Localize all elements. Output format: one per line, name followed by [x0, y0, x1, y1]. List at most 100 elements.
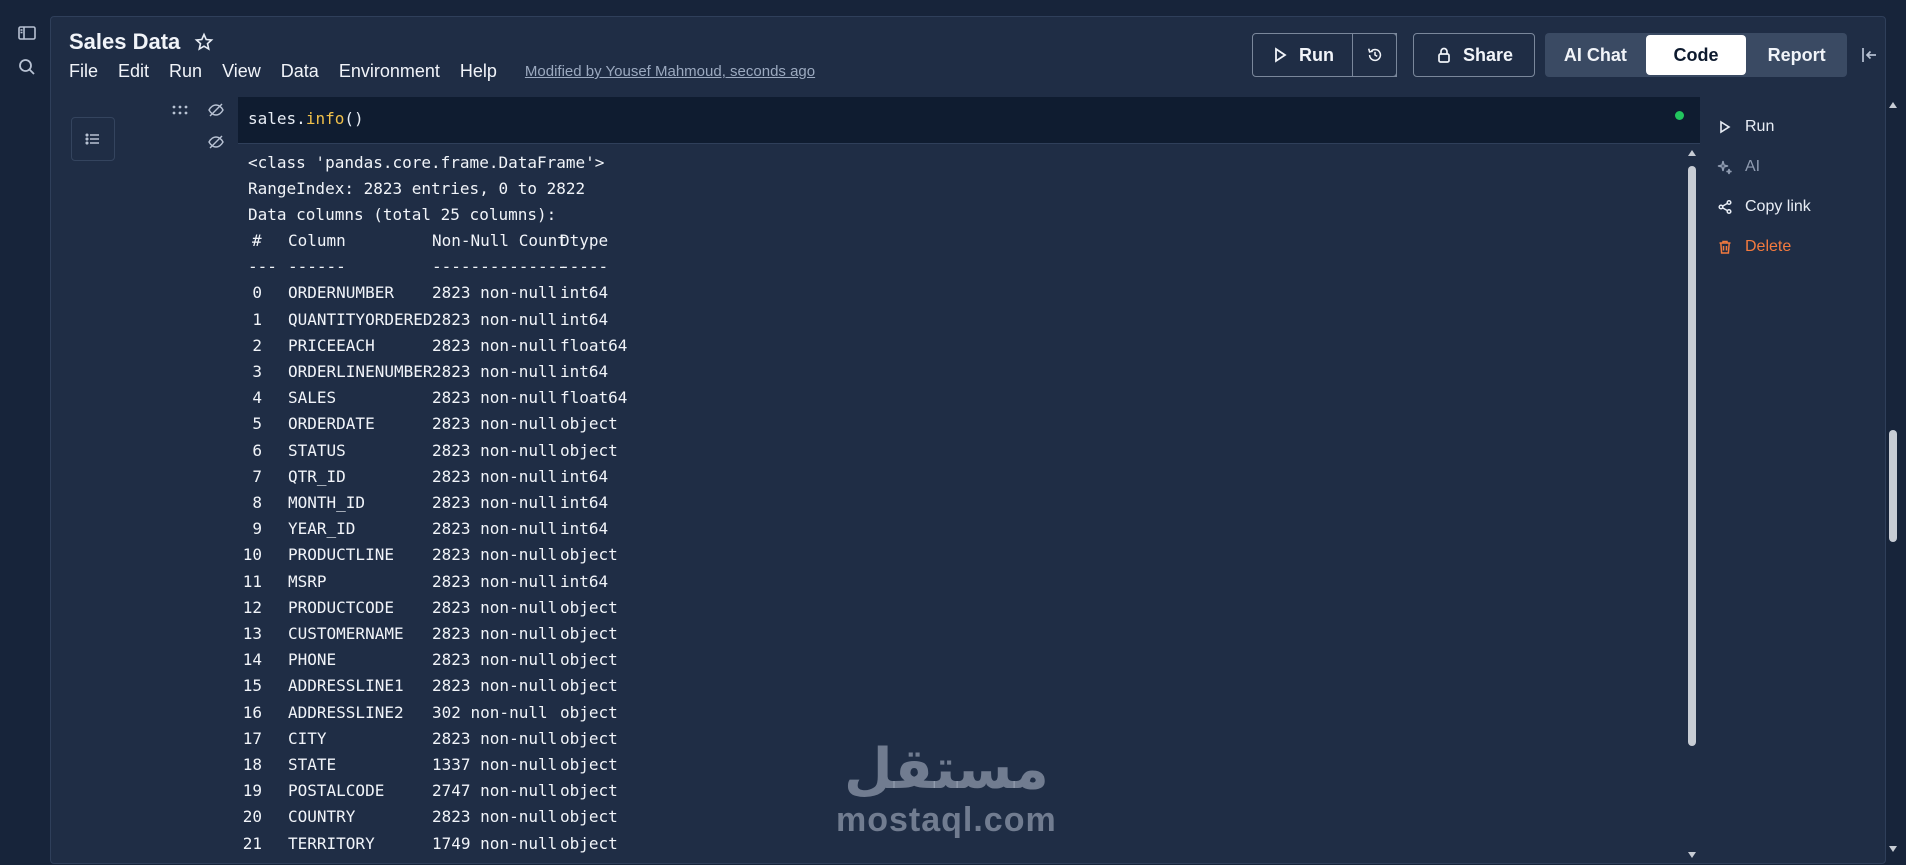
table-row-index: 7	[252, 466, 262, 486]
modified-info-link[interactable]: Modified by Yousef Mahmoud, seconds ago	[525, 63, 815, 80]
table-row-non-null-count: 2823 non-null	[432, 466, 558, 486]
page-scrollbar[interactable]	[1885, 100, 1901, 860]
table-row-column-name: CUSTOMERNAME	[288, 624, 404, 643]
cell-action-ai[interactable]: AI	[1717, 147, 1867, 187]
list-icon	[85, 133, 99, 145]
page-scroll-thumb[interactable]	[1889, 430, 1897, 542]
table-row-non-null-count: 2823 non-null	[432, 650, 558, 670]
tab-ai-chat[interactable]: AI Chat	[1545, 33, 1646, 77]
cell-actions: Run AI Copy link Delete	[1717, 107, 1867, 267]
table-row-index: 16	[242, 702, 262, 722]
play-icon	[1720, 120, 1731, 134]
table-row-dtype: int64	[560, 283, 609, 303]
table-row-column-name: YEAR_ID	[288, 519, 356, 539]
table-row-index: 1	[252, 309, 262, 329]
document-title[interactable]: Sales Data	[69, 29, 180, 55]
scroll-up-icon[interactable]	[1687, 148, 1697, 158]
cell-action-delete[interactable]: Delete	[1717, 227, 1867, 267]
table-row-non-null-count: 2823 non-null	[432, 335, 558, 355]
menu-environment[interactable]: Environment	[339, 61, 440, 82]
hide-output-icon[interactable]	[207, 133, 225, 151]
table-row-non-null-count: 1337 non-null	[432, 755, 558, 774]
table-row-index: 10	[242, 545, 262, 565]
table-row-index: 11	[242, 571, 262, 591]
cell-action-run[interactable]: Run	[1717, 107, 1867, 147]
output-scrollbar[interactable]	[1684, 144, 1700, 863]
table-row-index: 14	[242, 650, 262, 670]
table-row-index: 2	[252, 335, 262, 355]
table-row-non-null-count: 1749 non-null	[432, 833, 558, 853]
table-row-index: 8	[252, 493, 262, 512]
table-row-dtype: int64	[560, 466, 609, 486]
table-row-non-null-count: 2823 non-null	[432, 597, 558, 617]
table-row-non-null-count: 2823 non-null	[432, 545, 558, 565]
table-separator: ------	[288, 257, 346, 277]
table-row-non-null-count: 2823 non-null	[432, 493, 558, 512]
share-button[interactable]: Share	[1413, 33, 1535, 77]
menu-view[interactable]: View	[222, 61, 261, 82]
tab-report[interactable]: Report	[1746, 33, 1847, 77]
table-row-index: 18	[242, 755, 262, 774]
tab-code[interactable]: Code	[1645, 35, 1747, 75]
page-scroll-up-icon[interactable]	[1888, 100, 1898, 110]
table-row-dtype: object	[560, 781, 618, 801]
search-icon[interactable]	[16, 56, 38, 78]
menu-help[interactable]: Help	[460, 61, 497, 82]
view-switcher: AI Chat Code Report	[1545, 33, 1847, 77]
watermark-latin: mostaql.com	[836, 801, 1057, 839]
menu-data[interactable]: Data	[281, 61, 319, 82]
collapse-panel-icon[interactable]	[1859, 45, 1879, 65]
table-row-index: 5	[252, 414, 262, 434]
run-button-label: Run	[1299, 44, 1334, 65]
code-method: info	[305, 109, 345, 128]
table-row-column-name: QTR_ID	[288, 466, 346, 486]
table-row-non-null-count: 2747 non-null	[432, 781, 558, 801]
drag-handle-icon[interactable]	[171, 103, 189, 117]
sidebar-toggle-icon[interactable]	[16, 22, 38, 44]
table-row-dtype: object	[560, 414, 618, 434]
outline-button[interactable]	[71, 117, 115, 161]
table-row-dtype: object	[560, 755, 618, 774]
table-row-dtype: int64	[560, 309, 609, 329]
table-header-cell: Non-Null Count	[432, 231, 567, 250]
left-rail	[0, 0, 50, 865]
share-icon	[1718, 199, 1732, 215]
output-scroll-thumb[interactable]	[1688, 166, 1696, 746]
cell-action-copy-link[interactable]: Copy link	[1717, 187, 1867, 227]
table-row-non-null-count: 2823 non-null	[432, 309, 558, 329]
scroll-down-icon[interactable]	[1687, 850, 1697, 860]
table-separator: --------------	[432, 257, 567, 277]
table-row-column-name: ADDRESSLINE1	[288, 676, 404, 696]
table-row-non-null-count: 302 non-null	[432, 702, 548, 722]
page-scroll-down-icon[interactable]	[1888, 844, 1898, 854]
hide-code-icon[interactable]	[207, 101, 225, 119]
table-row-index: 3	[252, 362, 262, 381]
menu-run[interactable]: Run	[169, 61, 202, 82]
table-row-column-name: COUNTRY	[288, 807, 356, 827]
table-row-column-name: MONTH_ID	[288, 493, 366, 512]
table-row-dtype: object	[560, 597, 618, 617]
table-header-cell: Dtype	[560, 231, 609, 250]
cell-action-copy-link-label: Copy link	[1745, 198, 1811, 215]
table-row-index: 20	[242, 807, 262, 827]
code-cell-editor[interactable]: sales.info()	[238, 97, 1700, 144]
table-header-cell: #	[252, 231, 262, 250]
table-row-dtype: object	[560, 624, 618, 643]
table-row-non-null-count: 2823 non-null	[432, 414, 558, 434]
play-icon	[1275, 47, 1287, 63]
table-row-non-null-count: 2823 non-null	[432, 283, 558, 303]
table-row-column-name: ORDERLINENUMBER	[288, 362, 433, 381]
watermark-arabic: مستقل	[843, 737, 1049, 802]
table-row-dtype: object	[560, 728, 618, 748]
cell-action-ai-label: AI	[1745, 158, 1761, 175]
menu-file[interactable]: File	[69, 61, 98, 82]
run-history-button[interactable]	[1352, 33, 1397, 77]
table-row-non-null-count: 2823 non-null	[432, 519, 558, 539]
title-row: Sales Data	[69, 29, 214, 55]
table-row-dtype: object	[560, 807, 618, 827]
table-row-non-null-count: 2823 non-null	[432, 362, 558, 381]
menu-edit[interactable]: Edit	[118, 61, 149, 82]
table-row-column-name: POSTALCODE	[288, 781, 385, 801]
star-icon[interactable]	[194, 32, 214, 52]
table-row-index: 13	[242, 624, 262, 643]
